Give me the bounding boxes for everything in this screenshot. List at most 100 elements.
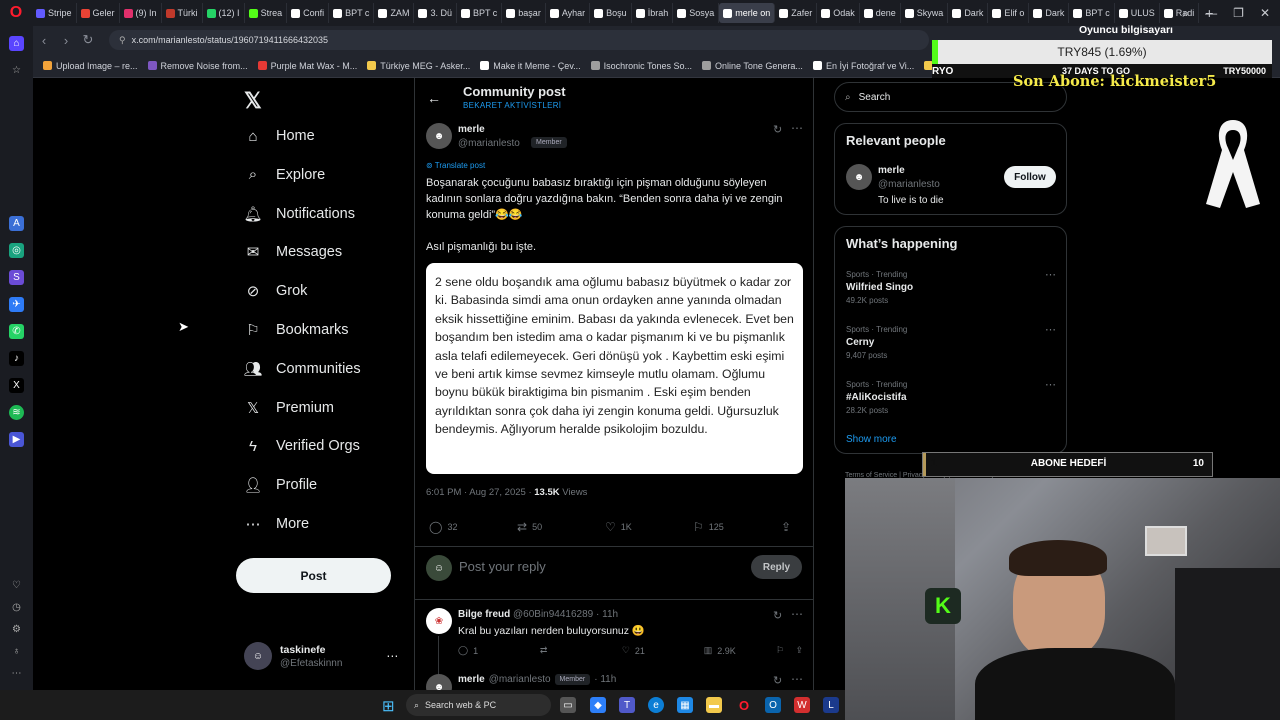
browser-tab[interactable]: Geler: [77, 3, 120, 23]
edge-icon[interactable]: e: [648, 697, 664, 713]
lightbulb-icon[interactable]: ♁: [9, 644, 24, 659]
x-logo-icon[interactable]: 𝕏: [244, 88, 262, 114]
browser-tab[interactable]: Sosya: [673, 3, 720, 23]
maximize-icon[interactable]: ❐: [1233, 6, 1244, 20]
settings-icon[interactable]: ⚙: [9, 622, 24, 637]
nav-item-home[interactable]: ⌂ Home: [244, 127, 314, 145]
opera-taskbar-icon[interactable]: O: [736, 697, 752, 713]
bookmark-item[interactable]: Online Tone Genera...: [702, 61, 803, 71]
whatsapp-icon[interactable]: ✆: [9, 324, 24, 339]
more-icon[interactable]: ⋯: [1045, 323, 1056, 336]
windows-start-icon[interactable]: ⊞: [382, 697, 395, 715]
browser-tab[interactable]: merle on: [719, 3, 776, 23]
browser-tab[interactable]: Ayhar: [546, 3, 591, 23]
browser-tab[interactable]: (12) I: [203, 3, 245, 23]
history-icon[interactable]: ◷: [9, 600, 24, 615]
close-icon[interactable]: ✕: [1260, 6, 1270, 20]
aria-icon[interactable]: A: [9, 216, 24, 231]
reply-time[interactable]: · 11h: [596, 609, 618, 620]
nav-item-verified-orgs[interactable]: ϟ Verified Orgs: [244, 437, 360, 455]
bookmark-button[interactable]: ⚐: [776, 645, 796, 656]
forward-icon[interactable]: ›: [55, 33, 77, 48]
reply-author-name[interactable]: Bilge freud: [458, 609, 510, 620]
teams-icon[interactable]: T: [619, 697, 635, 713]
browser-tab[interactable]: Boşu: [590, 3, 632, 23]
bookmark-item[interactable]: Türkiye MEG - Asker...: [367, 61, 470, 71]
nav-item-explore[interactable]: ⌕ Explore: [244, 166, 325, 184]
bookmark-item[interactable]: Upload Image – re...: [43, 61, 138, 71]
nav-item-premium[interactable]: 𝕏 Premium: [244, 399, 334, 417]
reply-submit-button[interactable]: Reply: [751, 555, 802, 579]
reload-icon[interactable]: ↻: [77, 32, 99, 48]
follow-button[interactable]: Follow: [1004, 166, 1056, 188]
ai-icon[interactable]: S: [9, 270, 24, 285]
nav-item-communities[interactable]: 👥︎ Communities: [243, 360, 360, 378]
back-arrow-icon[interactable]: ←: [427, 90, 441, 106]
share-button[interactable]: ⇪: [795, 645, 803, 656]
browser-tab[interactable]: 3. Dü: [414, 3, 457, 23]
grok-icon[interactable]: ↻: [773, 123, 782, 136]
browser-tab[interactable]: başar: [502, 3, 546, 23]
nav-item-notifications[interactable]: 🔔︎ Notifications: [243, 205, 355, 223]
copilot-icon[interactable]: ◆: [590, 697, 606, 713]
home-icon[interactable]: ⌂: [9, 36, 24, 51]
player-icon[interactable]: ▶: [9, 432, 24, 447]
author-avatar[interactable]: ☻: [426, 123, 452, 149]
bookmark-button[interactable]: ⚐ 125: [693, 520, 781, 534]
author-handle[interactable]: @marianlesto: [458, 138, 520, 149]
site-info-icon[interactable]: ⚲: [119, 35, 126, 46]
star-icon[interactable]: ☆: [9, 63, 24, 78]
browser-tab[interactable]: Elif o: [988, 3, 1030, 23]
reply-avatar[interactable]: ❀: [426, 608, 452, 634]
author-name[interactable]: merle: [458, 124, 485, 135]
nav-item-profile[interactable]: 👤︎ Profile: [243, 476, 317, 494]
browser-tab[interactable]: Confi: [287, 3, 330, 23]
nav-item-messages[interactable]: ✉ Messages: [244, 243, 342, 261]
reply-time[interactable]: · 11h: [594, 674, 616, 685]
taskbar-search[interactable]: ⌕ Search web & PC: [406, 694, 551, 716]
reply-button[interactable]: ◯ 32: [429, 520, 517, 534]
bookmark-item[interactable]: En İyi Fotoğraf ve Vi...: [812, 61, 914, 71]
views-button[interactable]: ▥ 2.9K: [704, 645, 776, 656]
grok-icon[interactable]: ↻: [773, 674, 782, 687]
nav-item-more[interactable]: ⋯ More: [244, 515, 310, 533]
person-avatar[interactable]: ☻: [846, 164, 872, 190]
translate-link[interactable]: ⊚ Translate post: [426, 161, 485, 170]
back-icon[interactable]: ‹: [33, 33, 55, 48]
post-time[interactable]: 6:01 PM · Aug 27, 2025 ·: [426, 487, 534, 498]
like-button[interactable]: ♡ 21: [622, 645, 704, 656]
browser-tab[interactable]: ULUS: [1115, 3, 1160, 23]
more-icon[interactable]: ⋯: [1045, 378, 1056, 391]
chatgpt-icon[interactable]: ◎: [9, 243, 24, 258]
reply-author-name[interactable]: merle: [458, 674, 485, 685]
trend-item[interactable]: Sports · Trending Wilfried Singo 49.2K pos…: [846, 268, 1056, 305]
x-app-icon[interactable]: X: [9, 378, 24, 393]
browser-tab[interactable]: Zafer: [775, 3, 818, 23]
post-button[interactable]: Post: [236, 558, 391, 593]
browser-tab[interactable]: Türki: [162, 3, 203, 23]
more-icon[interactable]: ⋯: [386, 649, 398, 663]
account-switcher[interactable]: ☺ taskinefe @Efetaskinnn ⋯: [244, 642, 398, 670]
reply-input[interactable]: Post your reply: [459, 559, 546, 574]
task-view-icon[interactable]: ▭: [560, 697, 576, 713]
repost-button[interactable]: ⇄: [540, 645, 622, 656]
bookmark-item[interactable]: Make it Meme - Çev...: [480, 61, 581, 71]
more-icon[interactable]: ⋯: [1045, 268, 1056, 281]
trend-item[interactable]: Sports · Trending Cerny 9,407 posts ⋯: [846, 323, 1056, 360]
minimize-icon[interactable]: —: [1205, 6, 1217, 20]
reply-avatar[interactable]: ☻: [426, 674, 452, 690]
store-icon[interactable]: ▦: [677, 697, 693, 713]
browser-tab[interactable]: Odak: [817, 3, 860, 23]
repost-button[interactable]: ⇄ 50: [517, 520, 605, 534]
spotify-icon[interactable]: ≋: [9, 405, 24, 420]
more-icon[interactable]: ⋯: [791, 607, 803, 621]
messenger-icon[interactable]: ✈: [9, 297, 24, 312]
file-explorer-icon[interactable]: ▬: [706, 697, 722, 713]
nav-item-grok[interactable]: ⊘ Grok: [244, 282, 308, 300]
browser-tab[interactable]: Dark: [948, 3, 989, 23]
grok-icon[interactable]: ↻: [773, 609, 782, 622]
search-icon[interactable]: ⌕: [1182, 6, 1189, 21]
nav-item-bookmarks[interactable]: ⚐ Bookmarks: [244, 321, 348, 339]
browser-tab[interactable]: Stripe: [32, 3, 77, 23]
post-image[interactable]: 2 sene oldu boşandık ama oğlumu babasız …: [426, 263, 803, 474]
